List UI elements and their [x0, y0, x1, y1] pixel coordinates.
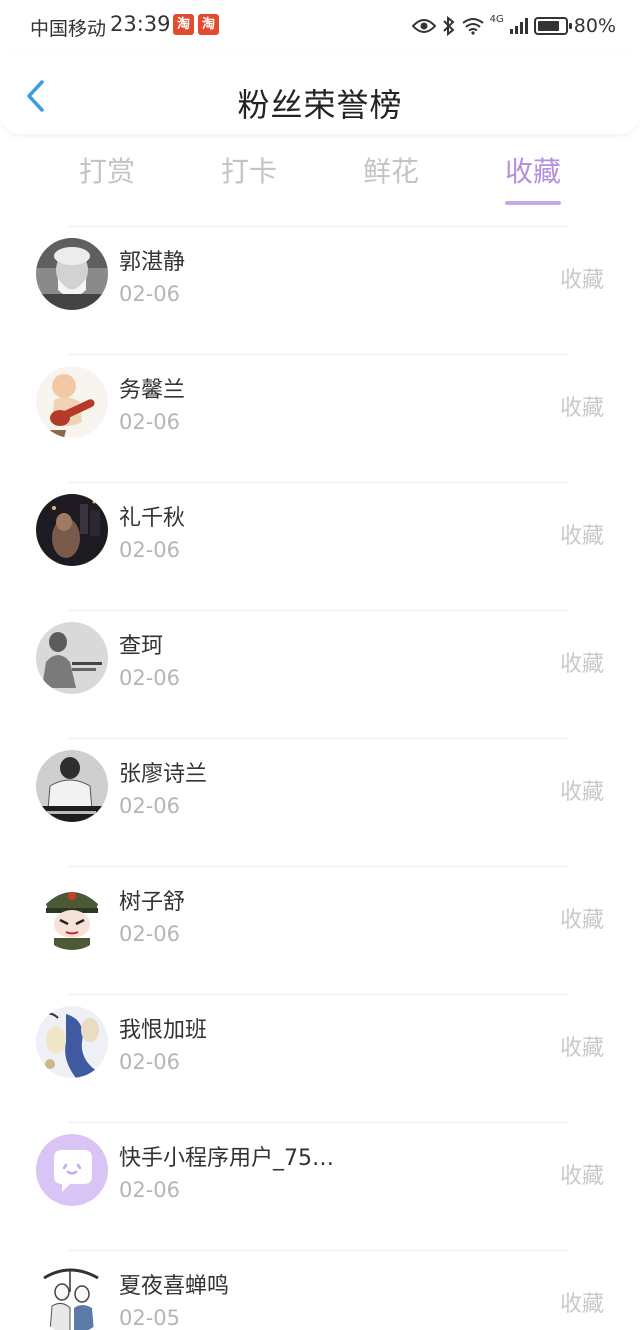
fan-name: 夏夜喜蝉鸣 [119, 1274, 230, 1299]
fan-date: 02-06 [119, 794, 181, 818]
favorite-label[interactable]: 收藏 [560, 1286, 604, 1318]
fan-date: 02-06 [119, 538, 181, 562]
fan-date: 02-05 [119, 1306, 181, 1330]
fan-date: 02-06 [119, 666, 181, 690]
clock: 23:39 [110, 12, 171, 36]
favorite-label[interactable]: 收藏 [560, 774, 604, 806]
avatar-dark-photo-icon [36, 494, 108, 566]
avatar-default-chat-icon [36, 1134, 108, 1206]
fan-date: 02-06 [119, 1178, 181, 1202]
avatar-grey-photo-icon [36, 622, 108, 694]
bluetooth-icon [442, 16, 455, 36]
fan-list: 郭湛静 02-06 收藏 务馨兰 02-06 收藏 礼千秋 02-06 收藏 查… [0, 210, 640, 1330]
battery-icon [533, 17, 572, 35]
list-item[interactable]: 查珂 02-06 收藏 [0, 594, 640, 722]
avatar-cartoon-guitar-icon [36, 366, 108, 438]
fan-name: 礼千秋 [119, 506, 186, 531]
fan-name: 我恨加班 [119, 1018, 208, 1043]
avatar-portrait-icon [36, 238, 108, 310]
divider [68, 738, 568, 739]
avatar-cartoon-soldier-icon [36, 878, 108, 950]
fan-name: 查珂 [119, 634, 164, 659]
list-item[interactable]: 我恨加班 02-06 收藏 [0, 978, 640, 1106]
list-item[interactable]: 夏夜喜蝉鸣 02-05 收藏 [0, 1234, 640, 1330]
favorite-label[interactable]: 收藏 [560, 646, 604, 678]
tab-tips[interactable]: 打赏 [36, 150, 178, 210]
list-item[interactable]: 快手小程序用户_75… 02-06 收藏 [0, 1106, 640, 1234]
wifi-icon [462, 18, 484, 35]
favorite-label[interactable]: 收藏 [560, 390, 604, 422]
favorite-label[interactable]: 收藏 [560, 262, 604, 294]
list-item[interactable]: 树子舒 02-06 收藏 [0, 850, 640, 978]
list-item[interactable]: 礼千秋 02-06 收藏 [0, 466, 640, 594]
carrier-label: 中国移动 [30, 18, 107, 40]
tab-checkin[interactable]: 打卡 [178, 150, 320, 210]
divider [68, 226, 568, 227]
favorite-label[interactable]: 收藏 [560, 1030, 604, 1062]
fan-date: 02-06 [119, 282, 181, 306]
divider [68, 1122, 568, 1123]
page-title: 粉丝荣誉榜 [237, 86, 403, 124]
divider [68, 482, 568, 483]
avatar-bw-photo-icon [36, 750, 108, 822]
divider [68, 354, 568, 355]
tab-favorites[interactable]: 收藏 [462, 150, 604, 210]
tab-flowers[interactable]: 鲜花 [320, 150, 462, 210]
divider [68, 994, 568, 995]
divider [68, 1250, 568, 1251]
list-item[interactable]: 张廖诗兰 02-06 收藏 [0, 722, 640, 850]
avatar-illustration-icon [36, 1006, 108, 1078]
fan-date: 02-06 [119, 410, 181, 434]
cellular-signal-icon [509, 18, 528, 34]
list-item[interactable]: 务馨兰 02-06 收藏 [0, 338, 640, 466]
tab-bar: 打赏 打卡 鲜花 收藏 [36, 150, 604, 210]
avatar-sketch-icon [36, 1262, 108, 1330]
favorite-label[interactable]: 收藏 [560, 1158, 604, 1190]
favorite-label[interactable]: 收藏 [560, 518, 604, 550]
favorite-label[interactable]: 收藏 [560, 902, 604, 934]
nav-bar: 粉丝荣誉榜 [0, 52, 640, 134]
taobao-notification-icon: 淘 [173, 14, 194, 35]
status-bar: 中国移动 23:39 淘 淘 4G 80% [0, 0, 640, 52]
fan-date: 02-06 [119, 1050, 181, 1074]
battery-percent: 80% [573, 15, 616, 37]
taobao-notification-icon: 淘 [198, 14, 219, 35]
fan-name: 郭湛静 [119, 250, 186, 275]
eye-icon [411, 19, 436, 33]
network-type-label: 4G [489, 13, 504, 25]
divider [68, 610, 568, 611]
fan-name: 务馨兰 [119, 378, 186, 403]
fan-name: 快手小程序用户_75… [119, 1146, 334, 1171]
divider [68, 866, 568, 867]
list-item[interactable]: 郭湛静 02-06 收藏 [0, 210, 640, 338]
fan-date: 02-06 [119, 922, 181, 946]
fan-name: 张廖诗兰 [119, 762, 208, 787]
fan-name: 树子舒 [119, 890, 186, 915]
